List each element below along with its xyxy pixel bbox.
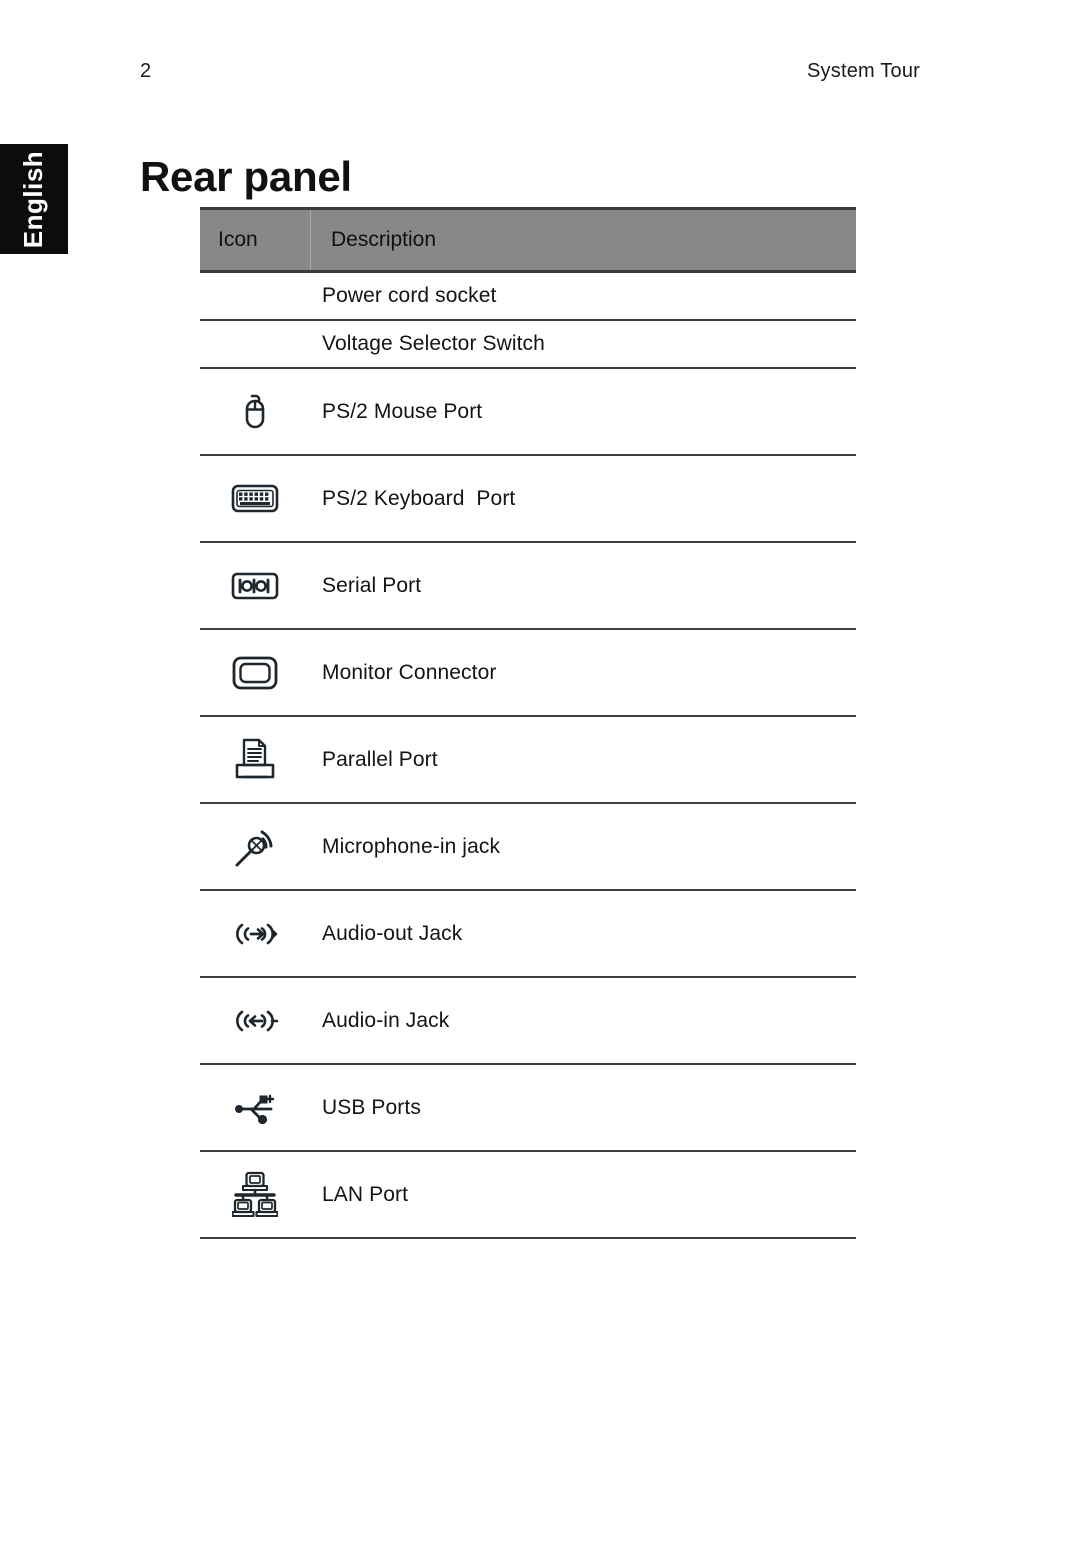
language-side-tab-label: English	[18, 150, 49, 248]
row-description: Power cord socket	[322, 284, 497, 307]
row-description: Voltage Selector Switch	[322, 332, 545, 355]
table-row: Microphone-in jack	[200, 804, 856, 891]
column-header-description: Description	[331, 228, 437, 251]
page-title: Rear panel	[140, 153, 352, 201]
table-row: Audio-in Jack	[200, 978, 856, 1065]
row-description: PS/2 Mouse Port	[322, 399, 483, 423]
row-description: USB Ports	[322, 1095, 421, 1119]
table-row: Monitor Connector	[200, 630, 856, 717]
row-description: Audio-in Jack	[322, 1008, 450, 1032]
row-description: LAN Port	[322, 1182, 408, 1206]
row-description: Microphone-in jack	[322, 834, 501, 858]
rear-panel-table: Icon Description Power cord socket Voltag…	[200, 207, 856, 1239]
audio-out-icon	[200, 916, 310, 952]
table-row: PS/2 Keyboard Port	[200, 456, 856, 543]
mouse-icon	[200, 391, 310, 433]
table-row: Voltage Selector Switch	[200, 321, 856, 369]
serial-port-icon	[200, 571, 310, 601]
page-header-title: System Tour	[807, 60, 920, 82]
row-description: Monitor Connector	[322, 660, 497, 684]
usb-icon	[200, 1090, 310, 1126]
audio-in-icon	[200, 1003, 310, 1039]
printer-icon	[200, 737, 310, 782]
table-row: LAN Port	[200, 1152, 856, 1239]
table-row: Serial Port	[200, 543, 856, 630]
table-body: Power cord socket Voltage Selector Switch…	[200, 270, 856, 1239]
page-number: 2	[140, 60, 152, 82]
table-row: PS/2 Mouse Port	[200, 369, 856, 456]
table-row: Parallel Port	[200, 717, 856, 804]
row-description: PS/2 Keyboard Port	[322, 486, 516, 510]
column-header-icon: Icon	[218, 228, 258, 251]
row-description: Serial Port	[322, 573, 422, 597]
language-side-tab: English	[0, 144, 68, 254]
monitor-icon	[200, 655, 310, 691]
row-description: Parallel Port	[322, 747, 438, 771]
table-row: Power cord socket	[200, 273, 856, 321]
microphone-icon	[200, 823, 310, 871]
table-row: Audio-out Jack	[200, 891, 856, 978]
page-header: 2 System Tour	[140, 60, 920, 94]
table-header-row: Icon Description	[200, 207, 856, 273]
table-row: USB Ports	[200, 1065, 856, 1152]
row-description: Audio-out Jack	[322, 921, 463, 945]
lan-icon	[200, 1171, 310, 1219]
keyboard-icon	[200, 482, 310, 515]
